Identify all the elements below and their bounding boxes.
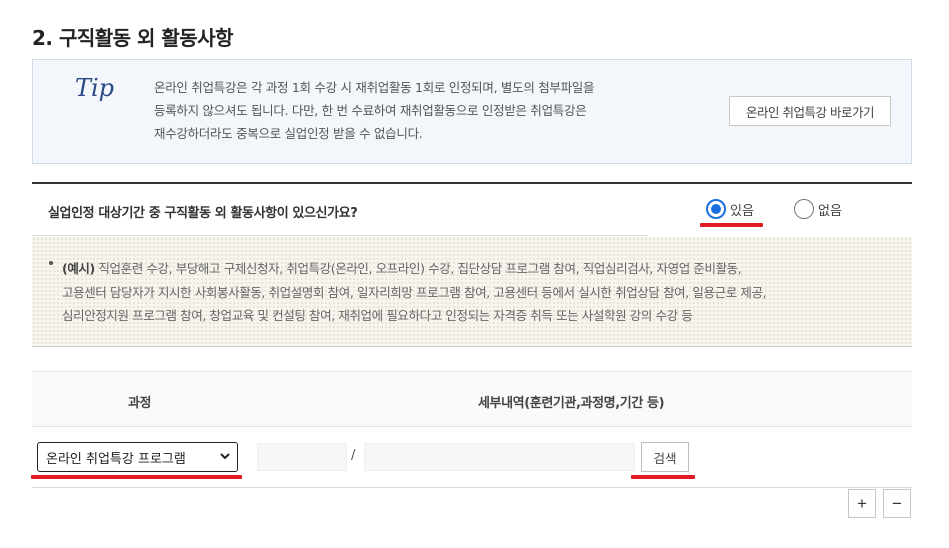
tip-text: 온라인 취업특강은 각 과정 1회 수강 시 재취업활동 1회로 인정되며, 별… (154, 76, 714, 145)
example-box: (예시) 직업훈련 수강, 부당해고 구제신청자, 취업특강(온라인, 오프라인… (32, 237, 912, 347)
course-name-input[interactable] (364, 443, 635, 471)
example-text: (예시) 직업훈련 수강, 부당해고 구제신청자, 취업특강(온라인, 오프라인… (62, 257, 912, 328)
activity-question-row: 실업인정 대상기간 중 구직활동 외 활동사항이 있으신가요? (32, 182, 912, 236)
example-line: 심리안정지원 프로그램 참여, 창업교육 및 컨설팅 참여, 재취업에 필요하다… (62, 308, 693, 323)
radio-checked-icon[interactable] (706, 199, 726, 219)
header-detail: 세부내역(훈련기관,과정명,기간 등) (478, 396, 665, 411)
table-row: 온라인 취업특강 프로그램 / 검색 (32, 428, 912, 488)
header-course: 과정 (128, 396, 152, 411)
example-line: 고용센터 담당자가 지시한 사회봉사활동, 취업설명회 참여, 일자리희망 프로… (62, 284, 767, 300)
activity-question: 실업인정 대상기간 중 구직활동 외 활동사항이 있으신가요? (48, 206, 358, 221)
tip-line: 등록하지 않으셔도 됩니다. 다만, 한 번 수료하여 재취업활동으로 인정받은… (154, 103, 587, 118)
add-row-button[interactable]: + (848, 489, 876, 518)
example-prefix: (예시) (62, 261, 95, 276)
section-title: 2. 구직활동 외 활동사항 (32, 26, 234, 50)
search-button[interactable]: 검색 (641, 442, 689, 472)
highlight-underline-radio (700, 223, 763, 227)
radio-unchecked-icon[interactable] (794, 199, 814, 219)
course-select-value: 온라인 취업특강 프로그램 (46, 451, 186, 467)
tip-line: 온라인 취업특강은 각 과정 1회 수강 시 재취업활동 1회로 인정되며, 별… (154, 80, 595, 95)
highlight-underline-select (31, 475, 242, 479)
radio-no[interactable]: 없음 (794, 199, 842, 219)
remove-row-button[interactable]: − (883, 489, 911, 518)
tip-line: 재수강하더라도 중복으로 실업인정 받을 수 없습니다. (154, 126, 423, 141)
example-line: (예시) 직업훈련 수강, 부당해고 구제신청자, 취업특강(온라인, 오프라인… (62, 261, 742, 276)
chevron-down-icon (219, 450, 231, 465)
institution-input[interactable] (257, 443, 347, 471)
table-header: 과정 세부내역(훈련기관,과정명,기간 등) (32, 371, 912, 427)
course-select[interactable]: 온라인 취업특강 프로그램 (37, 442, 238, 472)
radio-yes[interactable]: 있음 (706, 199, 754, 219)
tip-box: Tip 온라인 취업특강은 각 과정 1회 수강 시 재취업활동 1회로 인정되… (32, 59, 912, 164)
radio-yes-label: 있음 (730, 203, 754, 219)
radio-group (648, 184, 912, 236)
bullet-icon (49, 261, 55, 267)
highlight-underline-search (631, 475, 695, 479)
tip-label: Tip (75, 74, 115, 102)
online-lecture-link-button[interactable]: 온라인 취업특강 바로가기 (729, 96, 891, 126)
radio-no-label: 없음 (818, 203, 842, 219)
field-separator: / (351, 448, 356, 463)
